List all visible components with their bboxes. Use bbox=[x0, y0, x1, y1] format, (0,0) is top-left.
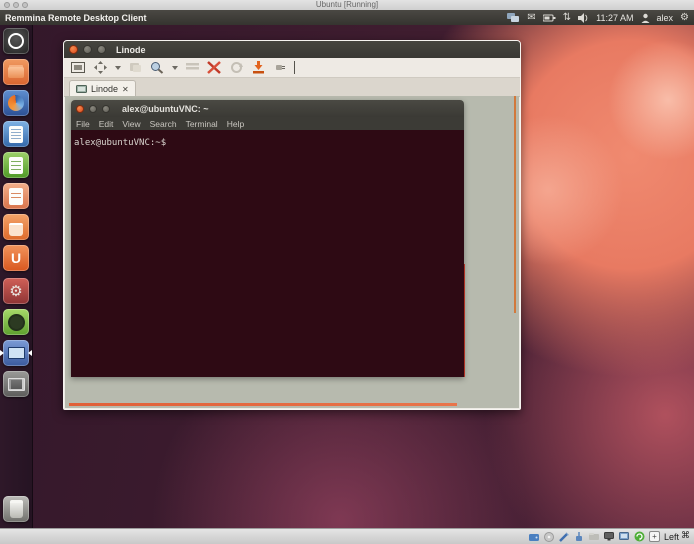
vnc-viewport[interactable]: alex@ubuntuVNC: ~ File Edit View Search … bbox=[65, 96, 519, 408]
refresh-icon[interactable] bbox=[228, 60, 244, 75]
host-key-indicator: Left ⌘ bbox=[664, 530, 690, 543]
host-key-label: Left bbox=[664, 532, 679, 542]
battery-icon[interactable] bbox=[543, 11, 556, 24]
minimize-button[interactable] bbox=[83, 45, 92, 54]
shared-folder-icon[interactable] bbox=[589, 531, 600, 542]
display-icon[interactable] bbox=[604, 531, 615, 542]
menu-search[interactable]: Search bbox=[150, 119, 177, 129]
terminal-menubar: File Edit View Search Terminal Help bbox=[71, 117, 464, 130]
dash-home-icon[interactable] bbox=[3, 28, 29, 54]
libreoffice-impress-icon[interactable] bbox=[3, 183, 29, 209]
calc-document bbox=[9, 157, 23, 174]
tab-linode[interactable]: Linode ✕ bbox=[69, 80, 136, 97]
writer-document bbox=[9, 126, 23, 143]
firefox-globe bbox=[8, 95, 24, 111]
scaled-mode-dropdown-caret[interactable] bbox=[115, 66, 121, 70]
appmenu-title[interactable]: Remmina Remote Desktop Client bbox=[5, 13, 147, 23]
remmina-titlebar[interactable]: Linode bbox=[64, 41, 520, 58]
remote-screen-icon bbox=[76, 85, 87, 94]
redraw-artifact-horizontal bbox=[69, 403, 457, 406]
menu-help[interactable]: Help bbox=[227, 119, 244, 129]
ubuntu-top-panel: Remmina Remote Desktop Client ✉ ⇅ 11:27 … bbox=[0, 10, 694, 25]
indicator-area: ✉ ⇅ 11:27 AM alex ⚙ bbox=[507, 11, 689, 24]
workspace-grid bbox=[8, 378, 25, 391]
menu-edit[interactable]: Edit bbox=[99, 119, 114, 129]
send-keys-icon[interactable] bbox=[184, 60, 200, 75]
ubuntu-logo-icon bbox=[8, 33, 24, 49]
video-capture-icon[interactable] bbox=[619, 531, 630, 542]
mail-icon[interactable]: ✉ bbox=[527, 11, 535, 24]
update-manager-icon[interactable] bbox=[3, 309, 29, 335]
focused-indicator-arrow bbox=[28, 350, 32, 356]
disconnect-icon[interactable] bbox=[250, 60, 266, 75]
username-label[interactable]: alex bbox=[657, 13, 674, 23]
redraw-artifact-vertical bbox=[514, 96, 516, 313]
host-key-state-icon: + bbox=[649, 531, 660, 542]
sound-icon[interactable] bbox=[578, 11, 589, 24]
remmina-toolbar bbox=[64, 58, 520, 78]
vm-window-title: Ubuntu [Running] bbox=[0, 0, 694, 10]
gear-icon[interactable]: ⚙ bbox=[680, 11, 689, 24]
grab-keyboard-icon[interactable] bbox=[127, 60, 143, 75]
clock[interactable]: 11:27 AM bbox=[596, 13, 633, 23]
optical-disc-icon[interactable] bbox=[544, 531, 555, 542]
trash-icon[interactable] bbox=[3, 496, 29, 522]
features-icon[interactable] bbox=[634, 531, 645, 542]
libreoffice-calc-icon[interactable] bbox=[3, 152, 29, 178]
terminal-minimize-button[interactable] bbox=[89, 105, 97, 113]
libreoffice-writer-icon[interactable] bbox=[3, 121, 29, 147]
shell-prompt: alex@ubuntuVNC:~$ bbox=[74, 138, 166, 148]
remmina-launcher-icon[interactable] bbox=[3, 340, 29, 366]
scaled-mode-icon[interactable] bbox=[92, 60, 108, 75]
ubuntu-one-letter: U bbox=[11, 250, 21, 266]
monitor-icon bbox=[8, 347, 25, 359]
hard-disk-icon[interactable] bbox=[529, 531, 540, 542]
maximize-button[interactable] bbox=[97, 45, 106, 54]
home-folder-icon[interactable] bbox=[3, 59, 29, 85]
virtualbox-vm-screen: Ubuntu [Running] Remmina Remote Desktop … bbox=[0, 0, 694, 544]
menu-file[interactable]: File bbox=[76, 119, 90, 129]
menu-view[interactable]: View bbox=[122, 119, 140, 129]
network-icon[interactable] bbox=[559, 531, 570, 542]
terminal-title: alex@ubuntuVNC: ~ bbox=[122, 104, 209, 114]
remmina-tab-strip: Linode ✕ bbox=[64, 78, 520, 97]
ubuntu-one-icon[interactable]: U bbox=[3, 245, 29, 271]
usb-icon[interactable] bbox=[574, 531, 585, 542]
remote-terminal-window: alex@ubuntuVNC: ~ File Edit View Search … bbox=[71, 100, 464, 377]
trash-can bbox=[10, 500, 23, 518]
vbox-statusbar: + Left ⌘ bbox=[0, 528, 694, 544]
command-key-icon: ⌘ bbox=[681, 530, 690, 543]
fullscreen-icon[interactable] bbox=[70, 60, 86, 75]
tools-icon[interactable] bbox=[206, 60, 222, 75]
toolbar-separator bbox=[294, 61, 295, 74]
menu-terminal[interactable]: Terminal bbox=[186, 119, 218, 129]
window-title: Linode bbox=[116, 45, 146, 55]
network-arrows-icon[interactable]: ⇅ bbox=[563, 11, 571, 24]
settings-gear-icon: ⚙ bbox=[9, 285, 22, 298]
software-center-icon[interactable] bbox=[3, 214, 29, 240]
share-icon[interactable] bbox=[507, 11, 520, 24]
unplug-icon[interactable] bbox=[272, 60, 288, 75]
terminal-maximize-button[interactable] bbox=[102, 105, 110, 113]
impress-document bbox=[9, 188, 23, 205]
zoom-dropdown-caret[interactable] bbox=[172, 66, 178, 70]
workspace-switcher-icon[interactable] bbox=[3, 371, 29, 397]
close-button[interactable] bbox=[69, 45, 78, 54]
user-icon[interactable] bbox=[641, 11, 650, 24]
folder-flap bbox=[8, 67, 24, 78]
terminal-close-button[interactable] bbox=[76, 105, 84, 113]
firefox-icon[interactable] bbox=[3, 90, 29, 116]
tab-close-icon[interactable]: ✕ bbox=[122, 85, 129, 94]
tab-label: Linode bbox=[91, 84, 118, 94]
terminal-body[interactable]: alex@ubuntuVNC:~$ bbox=[71, 130, 464, 377]
system-settings-icon[interactable]: ⚙ bbox=[3, 278, 29, 304]
zoom-icon[interactable] bbox=[149, 60, 165, 75]
unity-launcher: U ⚙ bbox=[0, 25, 33, 528]
running-indicator-arrow bbox=[0, 350, 4, 356]
shopping-bag bbox=[9, 223, 23, 236]
remmina-window: Linode bbox=[63, 40, 521, 410]
update-orb bbox=[8, 314, 25, 331]
terminal-titlebar[interactable]: alex@ubuntuVNC: ~ bbox=[71, 100, 464, 117]
